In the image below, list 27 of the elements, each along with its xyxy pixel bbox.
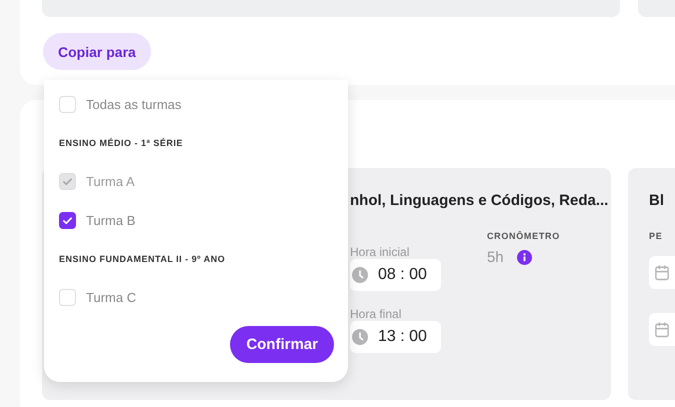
field-label: Hora inicial: [350, 245, 410, 259]
time-field[interactable]: 08 : 00: [350, 259, 441, 291]
card-title: Bl: [649, 192, 664, 209]
option-label: Turma A: [86, 174, 135, 188]
duration-value: 5h: [486, 249, 504, 266]
date-field[interactable]: [649, 313, 675, 346]
checkbox[interactable]: [59, 212, 76, 228]
section-label: PE: [649, 231, 662, 241]
copy-to-button[interactable]: Copiar para: [43, 33, 151, 70]
check-icon: [62, 214, 73, 226]
section-label: CRONÔMETRO: [486, 231, 560, 241]
calendar-icon: [655, 321, 669, 338]
confirm-button[interactable]: Confirmar: [230, 326, 334, 363]
time-field[interactable]: 13 : 00: [350, 321, 441, 353]
group-heading: ENSINO FUNDAMENTAL II - 9º ANO: [59, 254, 226, 264]
clock-icon: [352, 267, 368, 283]
check-icon: [62, 176, 73, 186]
date-field[interactable]: [649, 256, 675, 289]
info-icon[interactable]: [516, 250, 532, 265]
card-title: nhol, Linguagens e Códigos, Reda...: [350, 192, 610, 209]
option-label: Turma B: [86, 212, 136, 228]
option-label: Turma C: [86, 290, 136, 304]
option-label: Todas as turmas: [86, 96, 182, 112]
clock-icon: [352, 329, 368, 345]
field-label: Hora final: [350, 307, 402, 321]
calendar-icon: [655, 264, 669, 281]
group-heading: ENSINO MÉDIO - 1ª SÉRIE: [59, 138, 184, 148]
